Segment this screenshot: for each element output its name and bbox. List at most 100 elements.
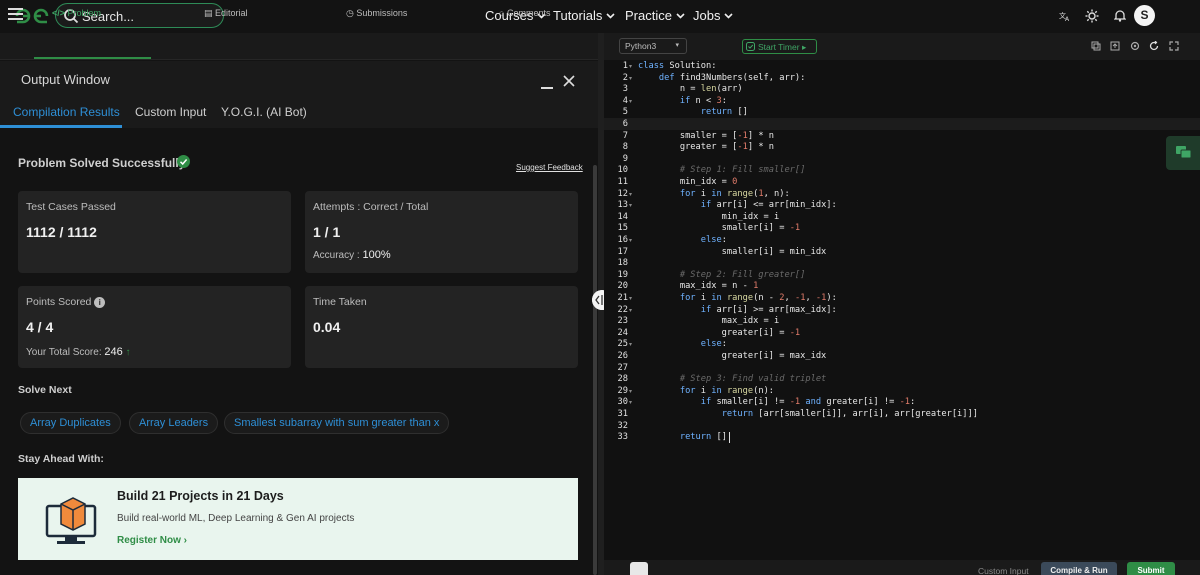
- refresh-icon[interactable]: [1149, 41, 1159, 51]
- code-line[interactable]: if arr[i] <= arr[min_idx]:: [638, 200, 837, 210]
- total-score-label: Your Total Score:: [26, 347, 102, 358]
- code-line[interactable]: if arr[i] >= arr[max_idx]:: [638, 305, 837, 315]
- theme-sun-icon[interactable]: [1085, 9, 1099, 23]
- tab-submissions-label: Submissions: [356, 8, 408, 18]
- fold-toggle-icon[interactable]: ▾: [629, 307, 632, 314]
- fold-toggle-icon[interactable]: ▾: [629, 191, 632, 198]
- code-line[interactable]: greater[i] = -1: [638, 328, 800, 338]
- fold-toggle-icon[interactable]: ▾: [629, 63, 632, 70]
- document-icon: ▤: [204, 8, 213, 18]
- line-number: 31: [617, 409, 628, 419]
- text-cursor: [729, 432, 730, 443]
- nav-practice[interactable]: Practice: [625, 8, 685, 23]
- menu-hamburger-icon[interactable]: [8, 8, 23, 20]
- start-timer-button[interactable]: Start Timer ▸: [742, 39, 817, 54]
- code-line[interactable]: def find3Numbers(self, arr):: [638, 73, 805, 83]
- monitor-box-icon: [45, 497, 97, 544]
- output-scrollbar[interactable]: [593, 165, 597, 575]
- tab-comments[interactable]: ○ Comments: [499, 8, 550, 18]
- fold-toggle-icon[interactable]: ▾: [629, 237, 632, 244]
- chevron-down-icon: [676, 13, 685, 19]
- code-line[interactable]: smaller[i] = min_idx: [638, 247, 827, 257]
- code-icon: </>: [52, 8, 66, 18]
- code-line[interactable]: greater = [-1] * n: [638, 142, 774, 152]
- line-number: 23: [617, 316, 628, 327]
- code-line[interactable]: if n < 3:: [638, 96, 727, 106]
- attempts-label: Attempts : Correct / Total: [313, 201, 429, 213]
- language-select[interactable]: Python3 ▾: [619, 38, 687, 54]
- close-icon[interactable]: [563, 75, 575, 87]
- register-now-link[interactable]: Register Now ›: [117, 535, 187, 546]
- code-line[interactable]: # Step 3: Find valid triplet: [638, 374, 826, 384]
- copy-icon[interactable]: [1091, 41, 1101, 51]
- fold-toggle-icon[interactable]: ▾: [629, 202, 632, 209]
- code-line[interactable]: # Step 1: Fill smaller[]: [638, 165, 806, 175]
- tab-yogi-ai-bot[interactable]: Y.O.G.I. (AI Bot): [221, 105, 307, 119]
- problem-tabs-bar: [0, 33, 598, 60]
- code-line[interactable]: # Step 2: Fill greater[]: [638, 270, 806, 280]
- line-number: 27: [617, 362, 628, 373]
- fold-toggle-icon[interactable]: ▾: [629, 75, 632, 82]
- code-line[interactable]: smaller[i] = -1: [638, 223, 800, 233]
- nav-tutorials[interactable]: Tutorials: [553, 8, 615, 23]
- upload-icon[interactable]: [1110, 41, 1120, 51]
- tab-problem[interactable]: </> Problem: [52, 8, 101, 18]
- fold-toggle-icon[interactable]: ▾: [629, 388, 632, 395]
- promo-banner[interactable]: Build 21 Projects in 21 Days Build real-…: [18, 478, 578, 560]
- code-line[interactable]: for i in range(n - 2, -1, -1):: [638, 293, 837, 303]
- code-line[interactable]: return [arr[smaller[i]], arr[i], arr[gre…: [638, 409, 978, 419]
- chat-button[interactable]: [1166, 136, 1200, 170]
- code-line[interactable]: if smaller[i] != -1 and greater[i] != -1…: [638, 397, 916, 407]
- solve-next-chip[interactable]: Array Leaders: [129, 412, 219, 434]
- fold-toggle-icon[interactable]: ▾: [629, 341, 632, 348]
- code-line[interactable]: else:: [638, 339, 727, 349]
- code-line[interactable]: return []: [638, 432, 727, 442]
- fold-toggle-icon[interactable]: ▾: [629, 399, 632, 406]
- code-line[interactable]: min_idx = 0: [638, 177, 738, 187]
- test-cases-value: 1112 / 1112: [26, 224, 97, 240]
- test-cases-card: Test Cases Passed 1112 / 1112: [18, 191, 291, 273]
- code-line[interactable]: max_idx = i: [638, 316, 780, 326]
- tab-editorial[interactable]: ▤ Editorial: [204, 8, 248, 19]
- avatar[interactable]: S: [1134, 5, 1155, 26]
- active-tab-indicator: [34, 57, 151, 59]
- suggest-feedback-link[interactable]: Suggest Feedback: [516, 163, 583, 172]
- minimize-icon[interactable]: [541, 87, 553, 89]
- code-line[interactable]: n = len(arr): [638, 84, 743, 94]
- fullscreen-icon[interactable]: [1169, 41, 1179, 51]
- line-number: 20: [617, 281, 628, 292]
- code-line[interactable]: else:: [638, 235, 727, 245]
- line-number: 13: [617, 200, 628, 211]
- nav-jobs[interactable]: Jobs: [693, 8, 734, 23]
- tab-compilation-results[interactable]: Compilation Results: [13, 105, 120, 119]
- total-score: Your Total Score: 246 ↑: [26, 346, 131, 358]
- code-line[interactable]: for i in range(n):: [638, 386, 774, 396]
- line-number: 29: [617, 385, 628, 396]
- bell-icon[interactable]: [1114, 9, 1126, 22]
- code-line[interactable]: min_idx = i: [638, 212, 780, 222]
- code-line[interactable]: greater[i] = max_idx: [638, 351, 827, 361]
- custom-input-toggle[interactable]: Custom Input: [978, 566, 1029, 575]
- info-icon[interactable]: i: [94, 297, 106, 308]
- tab-comments-label: Comments: [506, 8, 551, 18]
- points-value: 4 / 4: [26, 319, 54, 335]
- solve-next-chip[interactable]: Array Duplicates: [20, 412, 121, 434]
- submit-button[interactable]: Submit: [1127, 562, 1175, 575]
- translate-icon[interactable]: 文A: [1059, 10, 1071, 22]
- tab-submissions[interactable]: ◷ Submissions: [346, 8, 407, 19]
- line-number: 30: [617, 397, 628, 408]
- code-line[interactable]: class Solution:: [638, 61, 716, 71]
- lightbulb-icon[interactable]: [630, 562, 648, 575]
- code-line[interactable]: return []: [638, 107, 748, 117]
- code-line[interactable]: for i in range(1, n):: [638, 189, 790, 199]
- tab-custom-input[interactable]: Custom Input: [135, 105, 206, 119]
- code-line[interactable]: smaller = [-1] * n: [638, 131, 774, 141]
- line-number: 15: [617, 223, 628, 234]
- line-number: 16: [617, 235, 628, 245]
- solve-next-chip[interactable]: Smallest subarray with sum greater than …: [224, 412, 450, 434]
- fold-toggle-icon[interactable]: ▾: [629, 98, 632, 105]
- code-line[interactable]: max_idx = n - 1: [638, 281, 758, 291]
- compile-run-button[interactable]: Compile & Run: [1041, 562, 1117, 575]
- settings-icon[interactable]: [1130, 41, 1140, 51]
- fold-toggle-icon[interactable]: ▾: [629, 295, 632, 302]
